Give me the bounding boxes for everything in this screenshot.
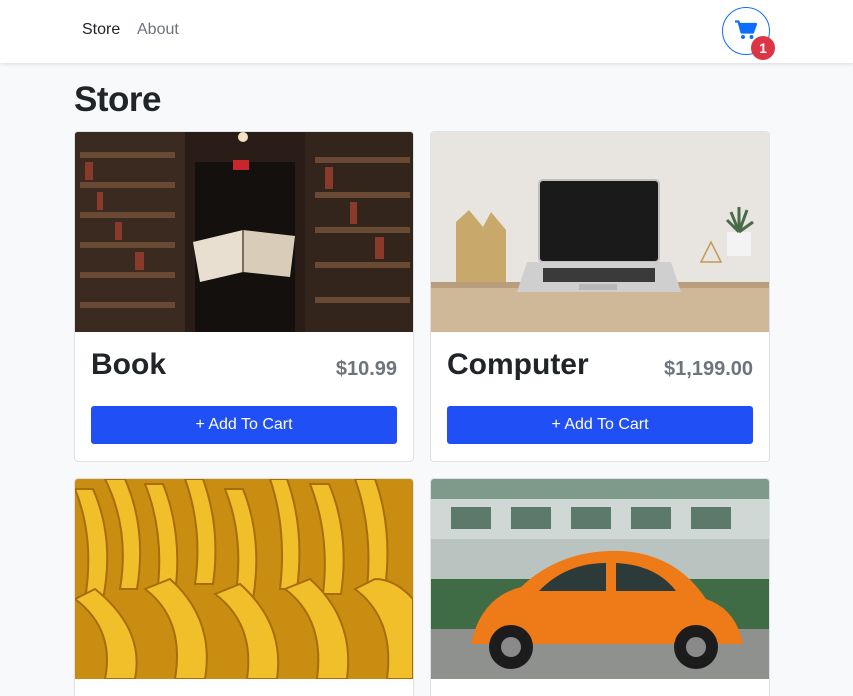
product-price: $10.99 bbox=[335, 358, 397, 380]
product-card bbox=[430, 478, 770, 696]
add-to-cart-button[interactable]: + Add To Cart bbox=[91, 406, 397, 444]
product-price: $1,199.00 bbox=[664, 358, 753, 380]
nav-link-about[interactable]: About bbox=[137, 21, 179, 39]
product-card bbox=[74, 478, 414, 696]
product-name: Computer bbox=[447, 348, 589, 381]
banana-image bbox=[75, 479, 413, 679]
page-title: Store bbox=[74, 80, 161, 119]
nav-link-store[interactable]: Store bbox=[82, 21, 120, 39]
add-to-cart-button[interactable]: + Add To Cart bbox=[447, 406, 753, 444]
book-image bbox=[75, 132, 413, 332]
laptop-image bbox=[431, 132, 769, 332]
product-card: Book $10.99 + Add To Cart bbox=[74, 131, 414, 462]
car-image bbox=[431, 479, 769, 679]
product-card: Computer $1,199.00 + Add To Cart bbox=[430, 131, 770, 462]
navbar: Store About 1 bbox=[0, 0, 853, 63]
cart-count-badge: 1 bbox=[751, 36, 775, 60]
product-name: Book bbox=[91, 348, 166, 381]
